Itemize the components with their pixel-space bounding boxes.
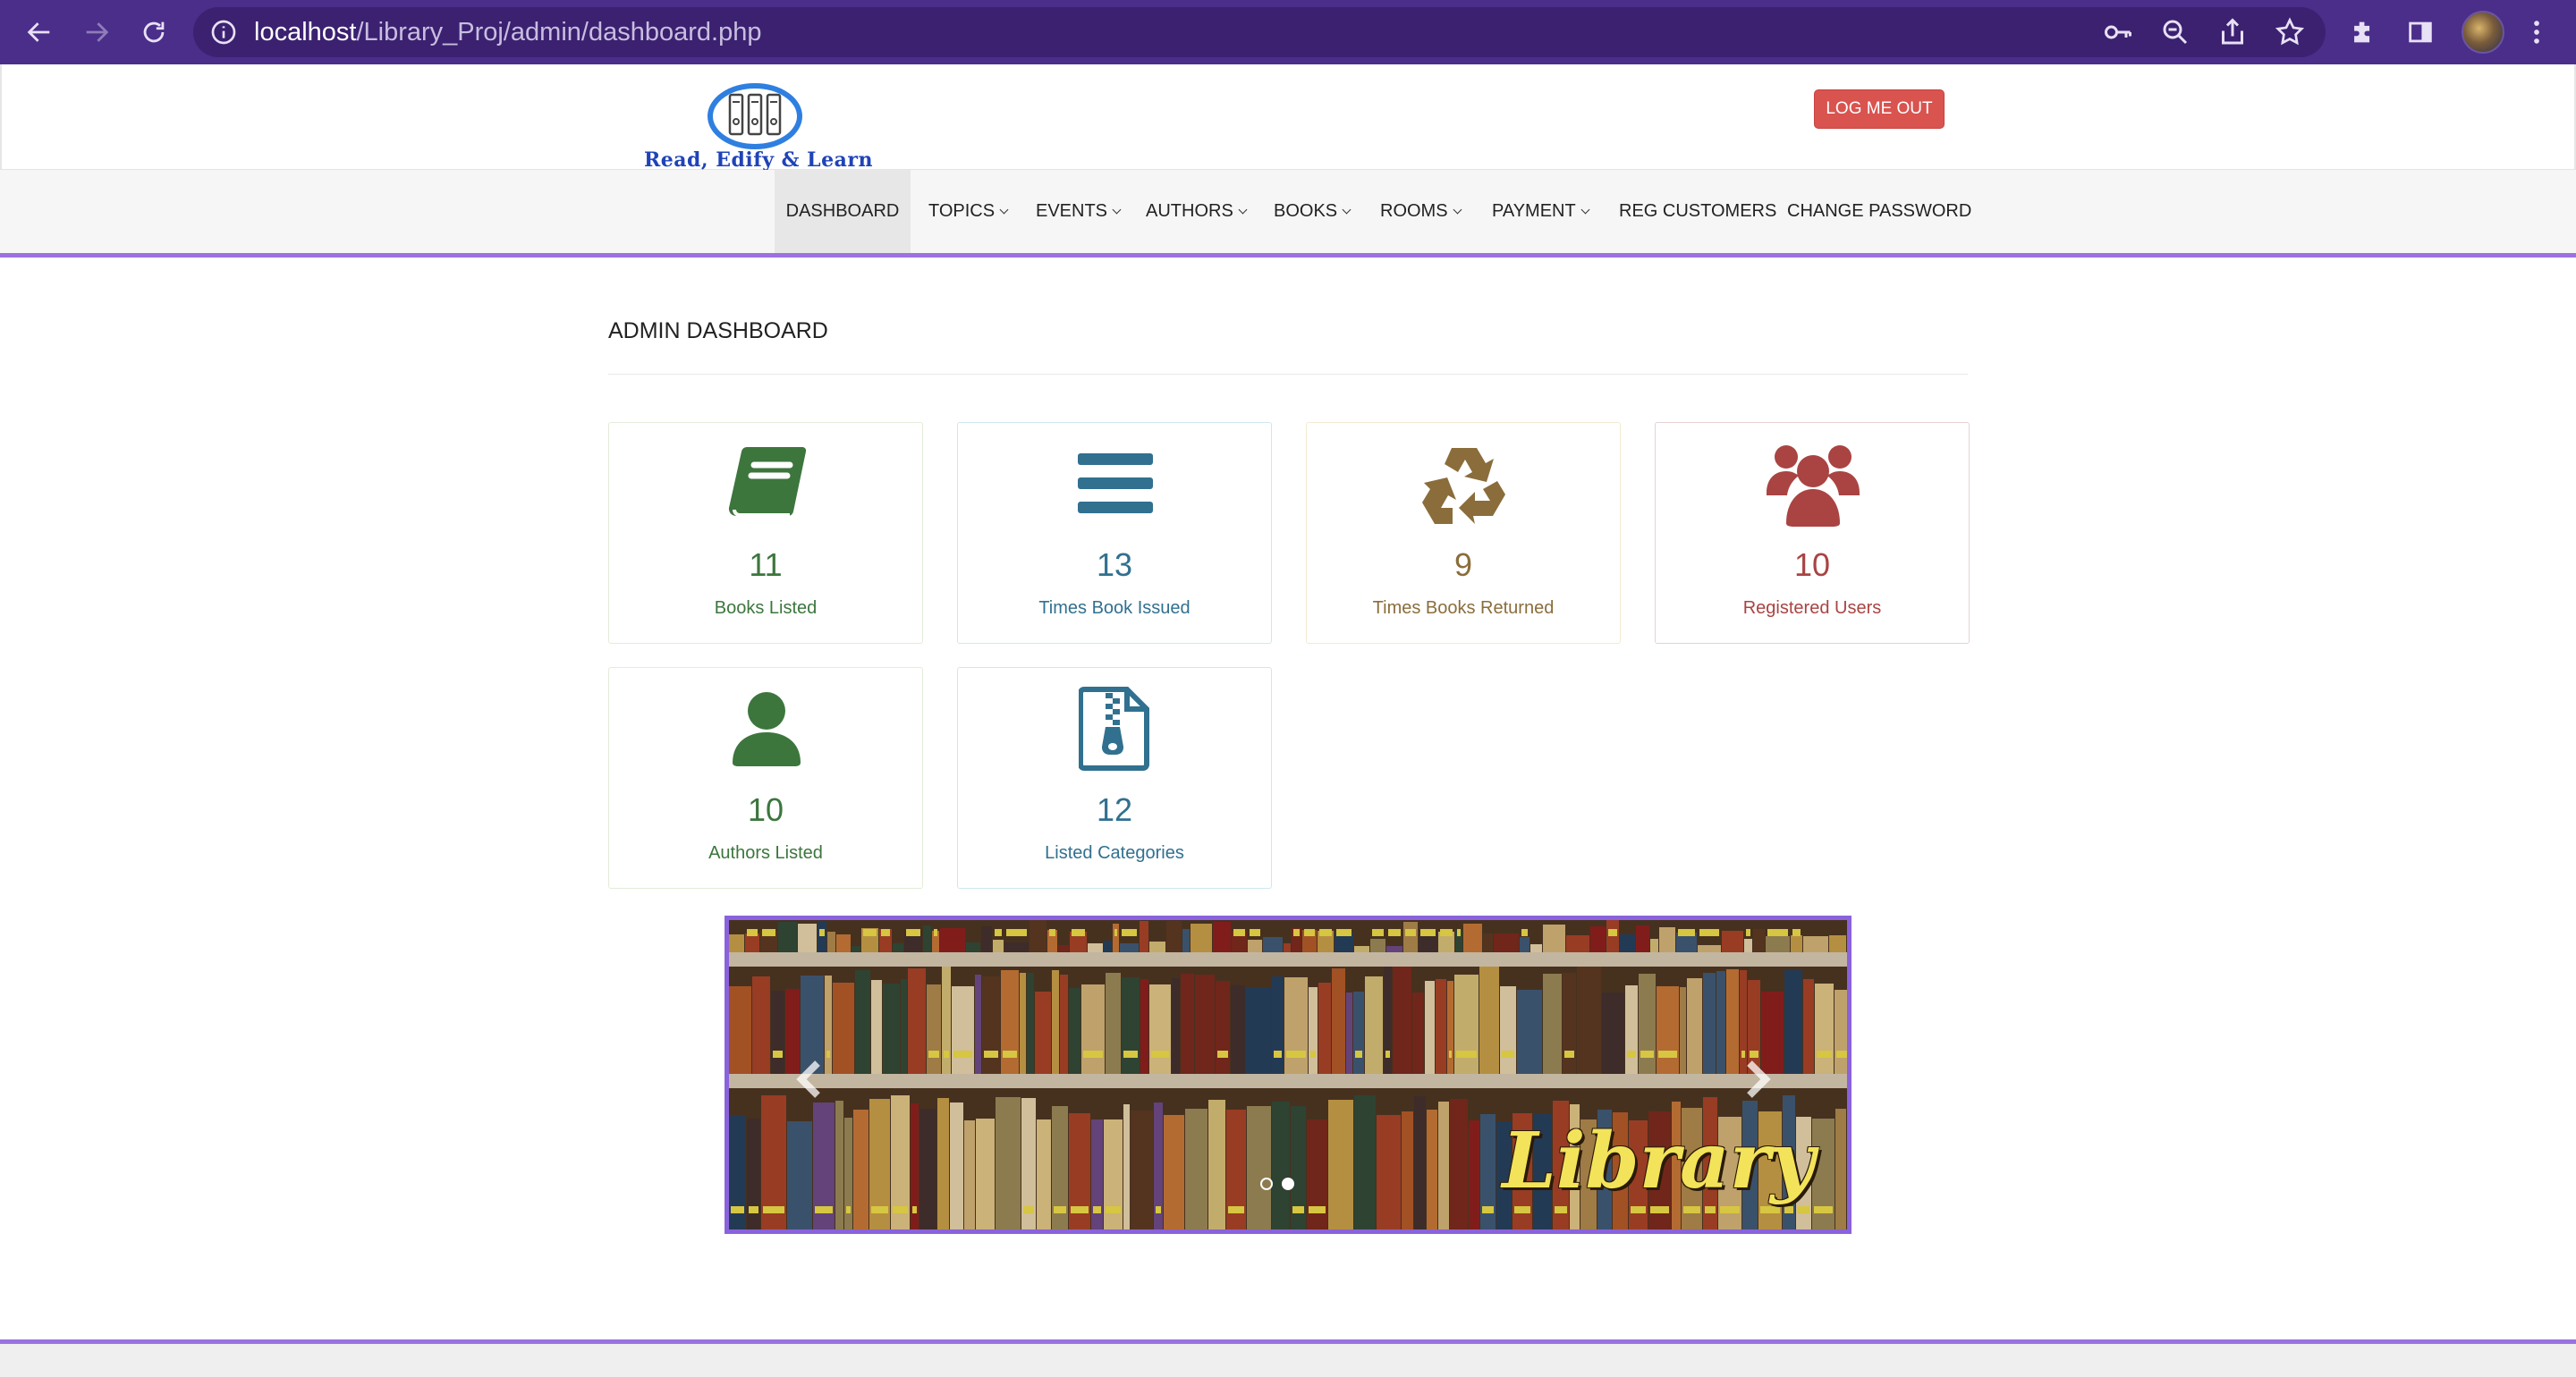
extensions-icon[interactable] (2343, 13, 2383, 52)
nav-dashboard[interactable]: DASHBOARD (775, 170, 911, 253)
carousel-dot[interactable] (1260, 1178, 1273, 1190)
carousel-caption: Library (1502, 1116, 1815, 1206)
file-zip-icon (1062, 684, 1169, 773)
chevron-down-icon (1238, 205, 1248, 215)
chevron-down-icon (1112, 205, 1122, 215)
chevron-down-icon (1342, 205, 1352, 215)
book-icon (713, 439, 820, 528)
back-icon[interactable] (20, 13, 59, 52)
menu-kebab-icon[interactable] (2517, 13, 2556, 52)
side-panel-icon[interactable] (2401, 13, 2440, 52)
recycle-icon (1411, 439, 1518, 528)
chevron-down-icon (999, 205, 1009, 215)
stat-label: Registered Users (1742, 598, 1882, 618)
profile-avatar[interactable] (2462, 11, 2504, 54)
stat-value: 10 (747, 791, 784, 828)
url-text: localhost/Library_Proj/admin/dashboard.p… (254, 18, 762, 46)
logout-button[interactable]: LOG ME OUT (1814, 89, 1945, 129)
share-icon[interactable] (2216, 16, 2249, 48)
nav-reg-customers[interactable]: REG CUSTOMERS (1619, 170, 1776, 253)
address-bar[interactable]: localhost/Library_Proj/admin/dashboard.p… (193, 7, 2326, 57)
site-info-icon[interactable] (209, 18, 238, 46)
users-icon (1759, 439, 1867, 528)
stat-value: 11 (749, 546, 783, 583)
main-nav: DASHBOARD TOPICS EVENTS AUTHORS BOOKS RO… (0, 170, 2576, 258)
chevron-down-icon (1453, 205, 1462, 215)
bars-icon (1062, 439, 1169, 528)
carousel-next-button[interactable] (1731, 1052, 1784, 1106)
divider (608, 374, 1968, 375)
nav-rooms[interactable]: ROOMS (1380, 170, 1462, 253)
nav-authors[interactable]: AUTHORS (1146, 170, 1248, 253)
nav-topics[interactable]: TOPICS (928, 170, 1009, 253)
zoom-icon[interactable] (2159, 16, 2191, 48)
stat-value: 13 (1096, 546, 1133, 583)
stat-value: 12 (1096, 791, 1133, 828)
nav-payment[interactable]: PAYMENT (1492, 170, 1590, 253)
stat-label: Times Book Issued (1038, 598, 1191, 618)
forward-icon[interactable] (77, 13, 116, 52)
stat-books-listed[interactable]: 11 Books Listed (608, 422, 923, 644)
site-logo[interactable]: Read, Edify & Learn (614, 82, 903, 172)
page-title: ADMIN DASHBOARD (608, 318, 828, 343)
footer-bar (0, 1339, 2576, 1377)
logo-text: Read, Edify & Learn (644, 148, 873, 172)
logo-books-icon (708, 83, 802, 149)
nav-events[interactable]: EVENTS (1036, 170, 1122, 253)
nav-change-password[interactable]: CHANGE PASSWORD (1787, 170, 1971, 253)
stat-times-book-issued[interactable]: 13 Times Book Issued (957, 422, 1272, 644)
stat-registered-users[interactable]: 10 Registered Users (1655, 422, 1970, 644)
stat-value: 9 (1453, 546, 1473, 583)
stat-times-books-returned[interactable]: 9 Times Books Returned (1306, 422, 1621, 644)
stat-label: Authors Listed (708, 843, 823, 863)
stat-authors-listed[interactable]: 10 Authors Listed (608, 667, 923, 889)
browser-toolbar: localhost/Library_Proj/admin/dashboard.p… (0, 0, 2576, 64)
site-header: Read, Edify & Learn LOG ME OUT (0, 64, 2576, 172)
chevron-down-icon (1580, 205, 1590, 215)
nav-books[interactable]: BOOKS (1274, 170, 1352, 253)
image-carousel[interactable]: Library (724, 916, 1852, 1234)
carousel-dot-active[interactable] (1282, 1178, 1294, 1190)
carousel-indicators (1260, 1178, 1294, 1190)
user-icon (713, 684, 820, 773)
bookmark-star-icon[interactable] (2274, 16, 2306, 48)
stat-label: Times Books Returned (1372, 598, 1555, 618)
stat-value: 10 (1793, 546, 1831, 583)
reload-icon[interactable] (134, 13, 174, 52)
carousel-prev-button[interactable] (783, 1052, 836, 1106)
key-icon[interactable] (2102, 16, 2134, 48)
stat-label: Listed Categories (1045, 843, 1184, 863)
stat-listed-categories[interactable]: 12 Listed Categories (957, 667, 1272, 889)
stat-label: Books Listed (714, 598, 818, 618)
